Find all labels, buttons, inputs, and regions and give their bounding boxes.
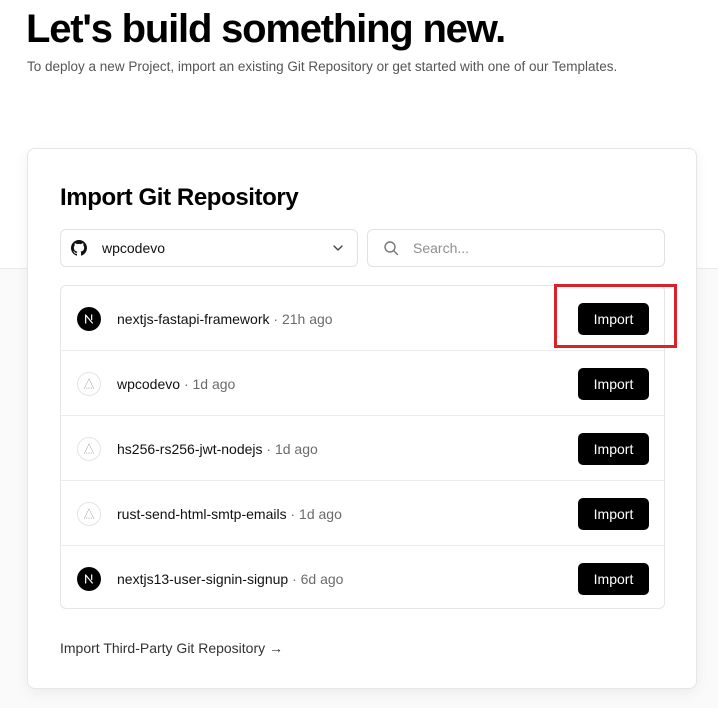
- repository-row: rust-send-html-smtp-emails · 1d ago Impo…: [61, 481, 664, 546]
- repository-name[interactable]: nextjs13-user-signin-signup: [117, 571, 288, 587]
- repository-row: nextjs13-user-signin-signup · 6d ago Imp…: [61, 546, 664, 608]
- nextjs-icon: [77, 567, 101, 591]
- search-icon: [383, 240, 399, 256]
- import-third-party-link[interactable]: Import Third-Party Git Repository →: [60, 640, 283, 656]
- triangle-icon: [77, 372, 101, 396]
- import-git-repository-card: Import Git Repository wpcodevo nextjs-fa…: [27, 148, 697, 689]
- card-title: Import Git Repository: [60, 184, 299, 211]
- repository-name[interactable]: nextjs-fastapi-framework: [117, 311, 270, 327]
- repository-name[interactable]: hs256-rs256-jwt-nodejs: [117, 441, 263, 457]
- repository-row: hs256-rs256-jwt-nodejs · 1d ago Import: [61, 416, 664, 481]
- account-name: wpcodevo: [102, 240, 166, 256]
- import-button[interactable]: Import: [578, 563, 649, 595]
- repository-text: wpcodevo · 1d ago: [117, 375, 235, 393]
- repository-updated-time: · 1d ago: [183, 376, 236, 392]
- repository-name[interactable]: rust-send-html-smtp-emails: [117, 506, 287, 522]
- repository-text: nextjs-fastapi-framework · 21h ago: [117, 310, 333, 328]
- repository-updated-time: · 21h ago: [273, 311, 333, 327]
- search-input[interactable]: [411, 239, 635, 257]
- nextjs-icon: [77, 307, 101, 331]
- repository-updated-time: · 1d ago: [290, 506, 342, 522]
- triangle-icon: [77, 437, 101, 461]
- repository-text: hs256-rs256-jwt-nodejs · 1d ago: [117, 440, 318, 458]
- page-subtitle: To deploy a new Project, import an exist…: [27, 59, 618, 74]
- github-icon: [71, 240, 87, 256]
- repository-text: rust-send-html-smtp-emails · 1d ago: [117, 505, 342, 523]
- triangle-icon: [77, 502, 101, 526]
- highlight-annotation-box: [554, 284, 677, 348]
- repository-row: wpcodevo · 1d ago Import: [61, 351, 664, 416]
- chevron-down-icon: [331, 241, 345, 255]
- import-button[interactable]: Import: [578, 498, 649, 530]
- repository-text: nextjs13-user-signin-signup · 6d ago: [117, 570, 343, 588]
- import-button[interactable]: Import: [578, 368, 649, 400]
- import-button[interactable]: Import: [578, 433, 649, 465]
- repository-updated-time: · 1d ago: [266, 441, 318, 457]
- page-title: Let's build something new.: [26, 7, 506, 51]
- account-selector[interactable]: wpcodevo: [60, 229, 358, 267]
- repository-name[interactable]: wpcodevo: [117, 376, 180, 392]
- search-field: [367, 229, 665, 267]
- repository-updated-time: · 6d ago: [292, 571, 344, 587]
